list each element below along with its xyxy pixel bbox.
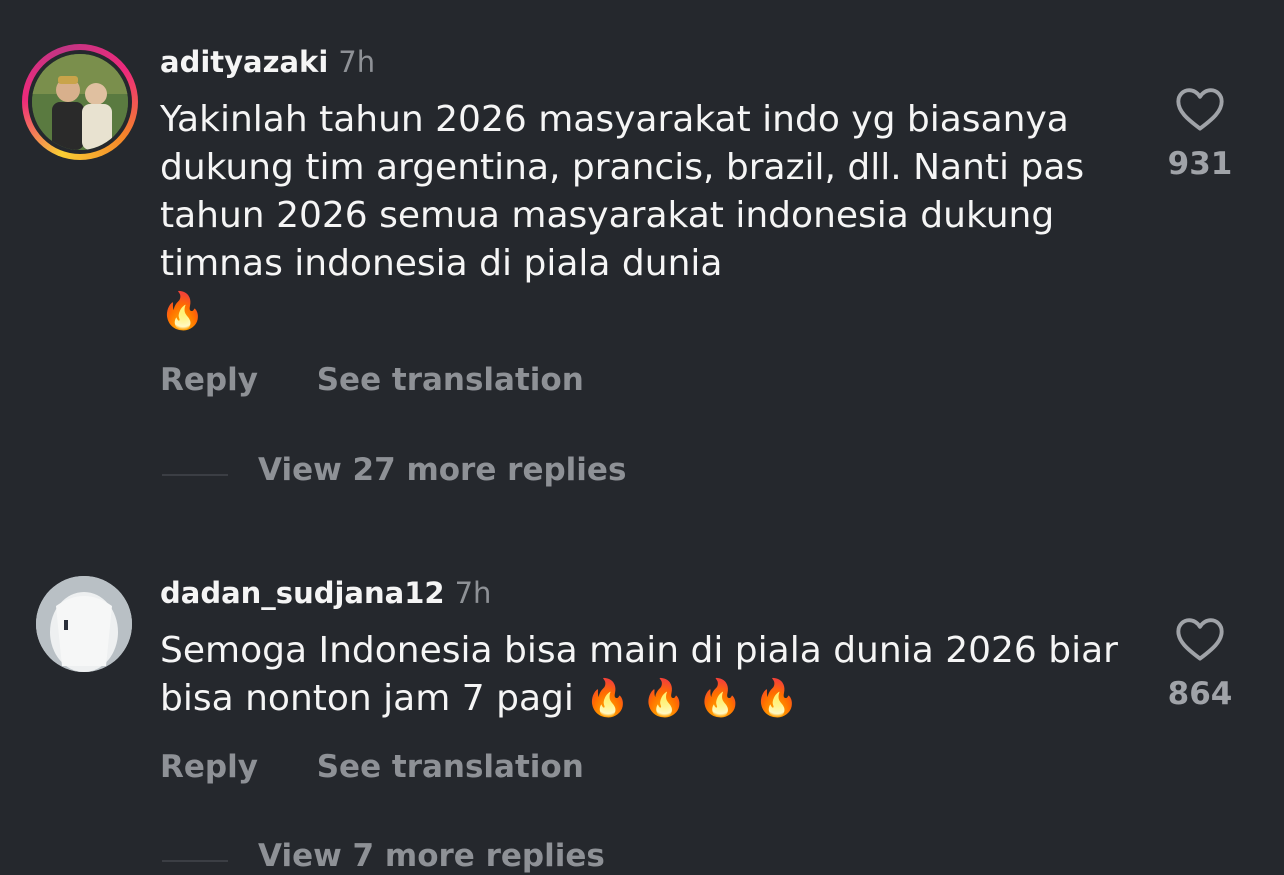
like-count: 864 <box>1167 676 1233 712</box>
avatar[interactable] <box>36 576 132 672</box>
reply-button[interactable]: Reply <box>160 749 258 785</box>
divider-line <box>162 860 228 862</box>
username[interactable]: dadan_sudjana12 <box>160 576 445 610</box>
like-column: 864 <box>1160 614 1240 712</box>
see-translation-button[interactable]: See translation <box>317 749 584 785</box>
heart-outline-icon[interactable] <box>1174 614 1226 662</box>
comment-text: Semoga Indonesia bisa main di piala duni… <box>160 627 1140 723</box>
comment-item: dadan_sudjana12 7h Semoga Indonesia bisa … <box>0 0 1284 875</box>
avatar-photo <box>36 576 132 672</box>
fire-emoji: 🔥 🔥 🔥 🔥 <box>585 678 799 719</box>
timestamp: 7h <box>454 576 492 610</box>
comment-header: dadan_sudjana12 7h <box>160 575 491 611</box>
comment-actions: Reply See translation <box>160 749 584 785</box>
view-replies-label: View 7 more replies <box>258 838 605 874</box>
